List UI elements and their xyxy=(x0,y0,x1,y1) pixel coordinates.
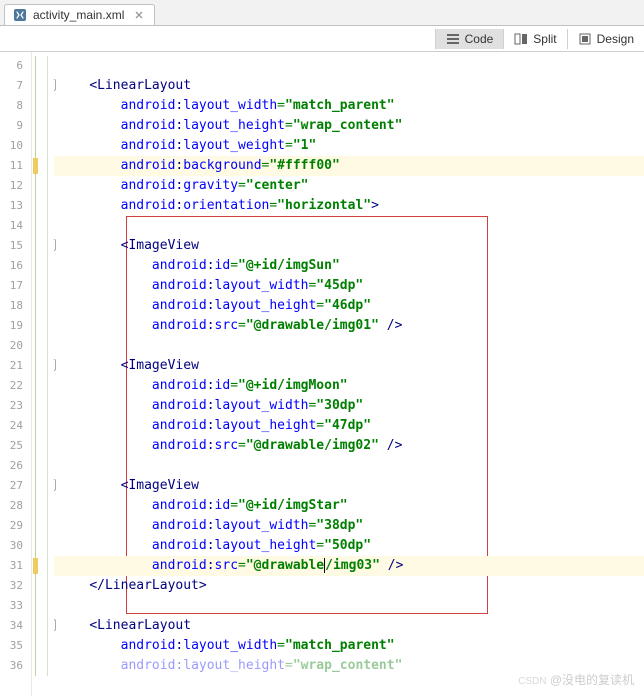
line-number: 13 xyxy=(0,196,31,216)
code-line[interactable]: android:id="@+id/imgSun" xyxy=(54,256,644,276)
code-line[interactable]: android:layout_weight="1" xyxy=(54,136,644,156)
line-number: 12 xyxy=(0,176,31,196)
fold-toggle[interactable] xyxy=(54,619,56,631)
code-line[interactable]: android:background="#ffff00" xyxy=(54,156,644,176)
line-number-gutter: 6789101112131415161718192021222324252627… xyxy=(0,52,32,696)
line-number: 17 xyxy=(0,276,31,296)
line-number: 19 xyxy=(0,316,31,336)
close-icon[interactable] xyxy=(134,10,144,20)
code-line[interactable]: android:src="@drawable/img03" /> xyxy=(54,556,644,576)
line-number: 11 xyxy=(0,156,31,176)
code-line[interactable]: <ImageView xyxy=(54,356,644,376)
line-number: 6 xyxy=(0,56,31,76)
fold-toggle[interactable] xyxy=(54,79,56,91)
code-line[interactable]: android:gravity="center" xyxy=(54,176,644,196)
code-line[interactable]: android:layout_width="45dp" xyxy=(54,276,644,296)
code-line[interactable]: android:layout_width="match_parent" xyxy=(54,96,644,116)
code-line[interactable]: android:layout_height="50dp" xyxy=(54,536,644,556)
code-line[interactable]: android:layout_height="wrap_content" xyxy=(54,116,644,136)
line-number: 10 xyxy=(0,136,31,156)
view-code-button[interactable]: Code xyxy=(435,29,504,49)
line-number: 28 xyxy=(0,496,31,516)
line-number: 20 xyxy=(0,336,31,356)
code-line[interactable] xyxy=(54,336,644,356)
line-number: 31 xyxy=(0,556,31,576)
line-number: 14 xyxy=(0,216,31,236)
xml-file-icon xyxy=(13,8,27,22)
line-number: 21 xyxy=(0,356,31,376)
code-line[interactable]: android:id="@+id/imgStar" xyxy=(54,496,644,516)
code-line[interactable]: android:orientation="horizontal"> xyxy=(54,196,644,216)
code-line[interactable]: android:id="@+id/imgMoon" xyxy=(54,376,644,396)
line-number: 30 xyxy=(0,536,31,556)
line-number: 8 xyxy=(0,96,31,116)
code-line[interactable]: android:src="@drawable/img01" /> xyxy=(54,316,644,336)
design-icon xyxy=(578,32,592,46)
code-line[interactable] xyxy=(54,596,644,616)
code-line[interactable]: <ImageView xyxy=(54,476,644,496)
line-number: 29 xyxy=(0,516,31,536)
code-line[interactable] xyxy=(54,216,644,236)
line-number: 27 xyxy=(0,476,31,496)
line-number: 25 xyxy=(0,436,31,456)
line-number: 33 xyxy=(0,596,31,616)
line-number: 26 xyxy=(0,456,31,476)
line-number: 18 xyxy=(0,296,31,316)
code-line[interactable]: </LinearLayout> xyxy=(54,576,644,596)
split-icon xyxy=(514,32,528,46)
code-line[interactable]: android:layout_width="match_parent" xyxy=(54,636,644,656)
code-editor[interactable]: <LinearLayout android:layout_width="matc… xyxy=(54,52,644,696)
code-line[interactable] xyxy=(54,56,644,76)
code-icon xyxy=(446,32,460,46)
fold-toggle[interactable] xyxy=(54,239,56,251)
view-split-label: Split xyxy=(533,32,556,46)
code-line[interactable]: android:layout_width="38dp" xyxy=(54,516,644,536)
code-line[interactable]: android:layout_height="wrap_content" xyxy=(54,656,644,676)
line-number: 34 xyxy=(0,616,31,636)
line-number: 32 xyxy=(0,576,31,596)
code-line[interactable] xyxy=(54,456,644,476)
line-number: 22 xyxy=(0,376,31,396)
code-line[interactable]: <ImageView xyxy=(54,236,644,256)
line-number: 9 xyxy=(0,116,31,136)
code-line[interactable]: <LinearLayout xyxy=(54,616,644,636)
line-number: 36 xyxy=(0,656,31,676)
code-line[interactable]: android:src="@drawable/img02" /> xyxy=(54,436,644,456)
view-code-label: Code xyxy=(465,32,494,46)
line-number: 35 xyxy=(0,636,31,656)
fold-toggle[interactable] xyxy=(54,359,56,371)
tab-label: activity_main.xml xyxy=(33,8,124,22)
view-design-button[interactable]: Design xyxy=(567,29,644,49)
code-line[interactable]: android:layout_height="46dp" xyxy=(54,296,644,316)
code-line[interactable]: <LinearLayout xyxy=(54,76,644,96)
line-number: 15 xyxy=(0,236,31,256)
line-number: 23 xyxy=(0,396,31,416)
fold-toggle[interactable] xyxy=(54,479,56,491)
line-number: 7 xyxy=(0,76,31,96)
line-number: 24 xyxy=(0,416,31,436)
view-design-label: Design xyxy=(597,32,634,46)
view-split-button[interactable]: Split xyxy=(503,29,566,49)
code-line[interactable]: android:layout_height="47dp" xyxy=(54,416,644,436)
file-tab[interactable]: activity_main.xml xyxy=(4,4,155,25)
code-line[interactable]: android:layout_width="30dp" xyxy=(54,396,644,416)
line-number: 16 xyxy=(0,256,31,276)
